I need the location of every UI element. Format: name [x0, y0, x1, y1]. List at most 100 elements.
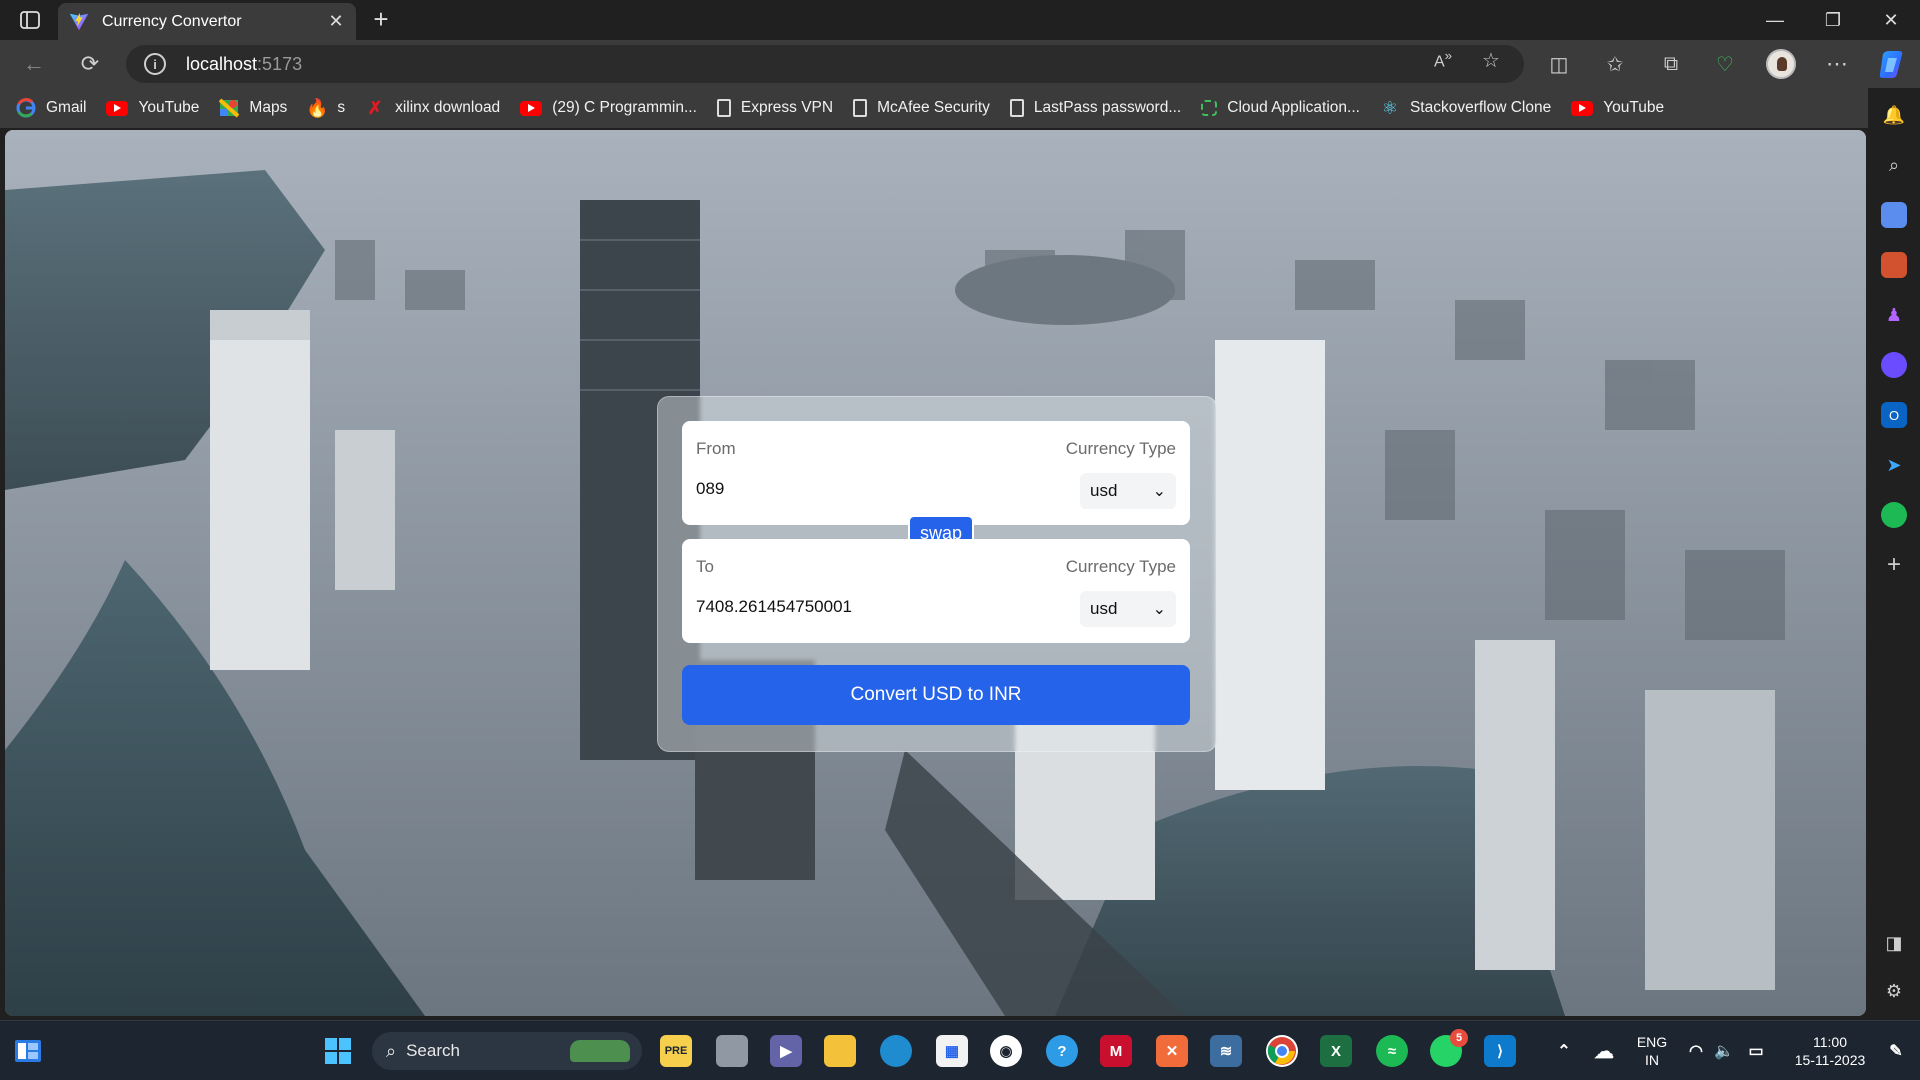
restore-button[interactable]: ❐ [1804, 0, 1862, 40]
notification-center-icon[interactable]: ✎ [1880, 1035, 1912, 1067]
new-tab-button[interactable]: + [366, 6, 396, 34]
taskbar-search-box[interactable]: ⌕ Search [372, 1032, 642, 1070]
chrome-icon[interactable] [1266, 1035, 1298, 1067]
battery-icon[interactable]: ▭ [1740, 1035, 1772, 1067]
bookmark-c-programming[interactable]: (29) C Programmin... [520, 99, 697, 117]
more-menu-icon[interactable]: ⋯ [1820, 48, 1854, 80]
back-arrow-icon[interactable]: ← [16, 48, 52, 80]
cloud-app-icon [1201, 100, 1218, 116]
send-icon[interactable]: ➤ [1881, 452, 1907, 478]
spotify-icon[interactable] [1881, 502, 1907, 528]
bookmark-label: Maps [249, 99, 288, 116]
to-card: To Currency Type usd ⌄ [682, 539, 1190, 643]
language-code: ENG [1636, 1034, 1668, 1050]
hide-sidebar-icon[interactable]: ◨ [1881, 930, 1907, 956]
clock[interactable]: 11:00 15-11-2023 [1780, 1033, 1880, 1069]
page-viewport: From Currency Type usd ⌄ swap To Currenc… [5, 130, 1866, 1016]
task-view-icon[interactable] [716, 1035, 748, 1067]
microsoft-store-icon[interactable]: ▦ [936, 1035, 968, 1067]
github-icon[interactable]: ◉ [990, 1035, 1022, 1067]
bookmark-s[interactable]: 🔥 s [306, 98, 345, 118]
notification-bell-icon[interactable]: 🔔 [1881, 102, 1907, 128]
excel-icon[interactable]: X [1320, 1035, 1352, 1067]
document-icon [716, 99, 731, 117]
google-icon [16, 98, 36, 118]
bookmark-mcafee[interactable]: McAfee Security [853, 99, 990, 117]
mcafee-icon[interactable]: M [1100, 1035, 1132, 1067]
convert-button[interactable]: Convert USD to INR [682, 665, 1190, 725]
spotify-taskbar-icon[interactable]: ≈ [1376, 1035, 1408, 1067]
copilot-preview-icon[interactable]: PRE [660, 1035, 692, 1067]
postman-icon[interactable]: ✕ [1156, 1035, 1188, 1067]
split-screen-icon[interactable]: ◫ [1542, 48, 1576, 80]
bookmark-lastpass[interactable]: LastPass password... [1009, 99, 1181, 117]
bookmark-xilinx[interactable]: ✗ xilinx download [365, 98, 501, 118]
tab-actions-icon[interactable] [14, 8, 46, 32]
favorites-icon[interactable]: ✩ [1598, 48, 1632, 80]
clock-time: 11:00 [1813, 1034, 1847, 1050]
sidebar-settings-gear-icon[interactable]: ⚙ [1881, 978, 1907, 1004]
from-currency-select[interactable]: usd ⌄ [1080, 473, 1176, 509]
active-tab[interactable]: Currency Convertor ✕ [58, 3, 356, 40]
profile-avatar[interactable] [1766, 49, 1796, 79]
document-icon [853, 99, 868, 117]
onedrive-cloud-icon[interactable]: ☁ [1588, 1035, 1620, 1067]
bookmark-label: McAfee Security [877, 99, 990, 116]
bookmark-gmail[interactable]: Gmail [16, 98, 86, 118]
games-icon[interactable]: ♟ [1881, 302, 1907, 328]
clock-date: 15-11-2023 [1794, 1052, 1866, 1068]
whatsapp-icon[interactable]: 5 [1430, 1029, 1468, 1067]
to-currency-select[interactable]: usd ⌄ [1080, 591, 1176, 627]
bookmarks-bar: Gmail YouTube Maps 🔥 s ✗ xilinx download… [0, 88, 1868, 128]
taskbar-search-label: Search [406, 1041, 460, 1060]
volume-icon[interactable]: 🔈 [1708, 1035, 1740, 1067]
file-explorer-icon[interactable] [824, 1035, 856, 1067]
help-icon[interactable]: ? [1046, 1035, 1078, 1067]
tools-briefcase-icon[interactable] [1881, 252, 1907, 278]
collections-icon[interactable]: ⧉ [1654, 48, 1688, 80]
tab-title: Currency Convertor [102, 12, 242, 30]
from-amount-input[interactable] [696, 479, 1026, 499]
add-sidebar-app-icon[interactable]: + [1881, 551, 1907, 578]
bookmark-maps[interactable]: Maps [219, 98, 287, 118]
from-card: From Currency Type usd ⌄ [682, 421, 1190, 525]
site-info-icon[interactable]: i [144, 53, 166, 75]
window-close-button[interactable]: ✕ [1862, 0, 1920, 40]
browser-essentials-icon[interactable]: ♡ [1708, 48, 1742, 80]
edge-browser-icon[interactable] [880, 1035, 912, 1067]
to-amount-input[interactable] [696, 597, 1026, 617]
bookmark-cloud-application[interactable]: Cloud Application... [1201, 99, 1360, 117]
refresh-icon[interactable]: ⟳ [72, 48, 108, 80]
language-indicator[interactable]: ENG IN [1632, 1033, 1672, 1069]
vivado-icon[interactable]: ≋ [1210, 1035, 1242, 1067]
chevron-up-icon[interactable]: ⌃ [1548, 1035, 1580, 1067]
read-aloud-icon[interactable]: A» [1434, 48, 1452, 71]
shopping-tag-icon[interactable] [1881, 202, 1907, 228]
search-icon: ⌕ [386, 1040, 397, 1061]
teams-chat-icon[interactable]: ▶ [770, 1035, 802, 1067]
bookmark-express-vpn[interactable]: Express VPN [716, 99, 833, 117]
minimize-button[interactable]: — [1746, 0, 1804, 40]
widgets-icon[interactable] [12, 1035, 44, 1067]
maps-icon [219, 98, 240, 118]
address-bar[interactable]: i localhost:5173 [126, 45, 1524, 83]
vscode-icon[interactable]: ⟩ [1484, 1035, 1516, 1067]
search-icon[interactable]: ⌕ [1881, 152, 1907, 178]
bookmark-label: Cloud Application... [1227, 99, 1360, 116]
bookmark-label: YouTube [138, 99, 200, 116]
document-icon [1009, 99, 1024, 117]
copilot-sidebar-icon[interactable] [1881, 352, 1907, 378]
bookmark-stackoverflow-clone[interactable]: ⚛ Stackoverflow Clone [1380, 98, 1551, 118]
outlook-icon[interactable]: O [1881, 402, 1907, 428]
url-port: :5173 [257, 53, 303, 74]
favorite-star-icon[interactable]: ☆ [1482, 48, 1500, 73]
from-currency-type-label: Currency Type [1065, 439, 1176, 458]
copilot-icon[interactable] [1875, 48, 1909, 82]
tab-strip: Currency Convertor ✕ + — ❐ ✕ [0, 0, 1920, 40]
start-windows-icon[interactable] [322, 1035, 354, 1067]
windows-taskbar: ⌕ Search PRE ▶ ▦ ◉ ? M ✕ ≋ X ≈ 5 ⟩ ⌃ ☁ E… [0, 1020, 1920, 1080]
bookmark-youtube[interactable]: YouTube [106, 99, 199, 117]
to-label: To [696, 557, 714, 576]
bookmark-youtube-2[interactable]: YouTube [1571, 99, 1664, 117]
tab-close-icon[interactable]: ✕ [326, 11, 346, 32]
